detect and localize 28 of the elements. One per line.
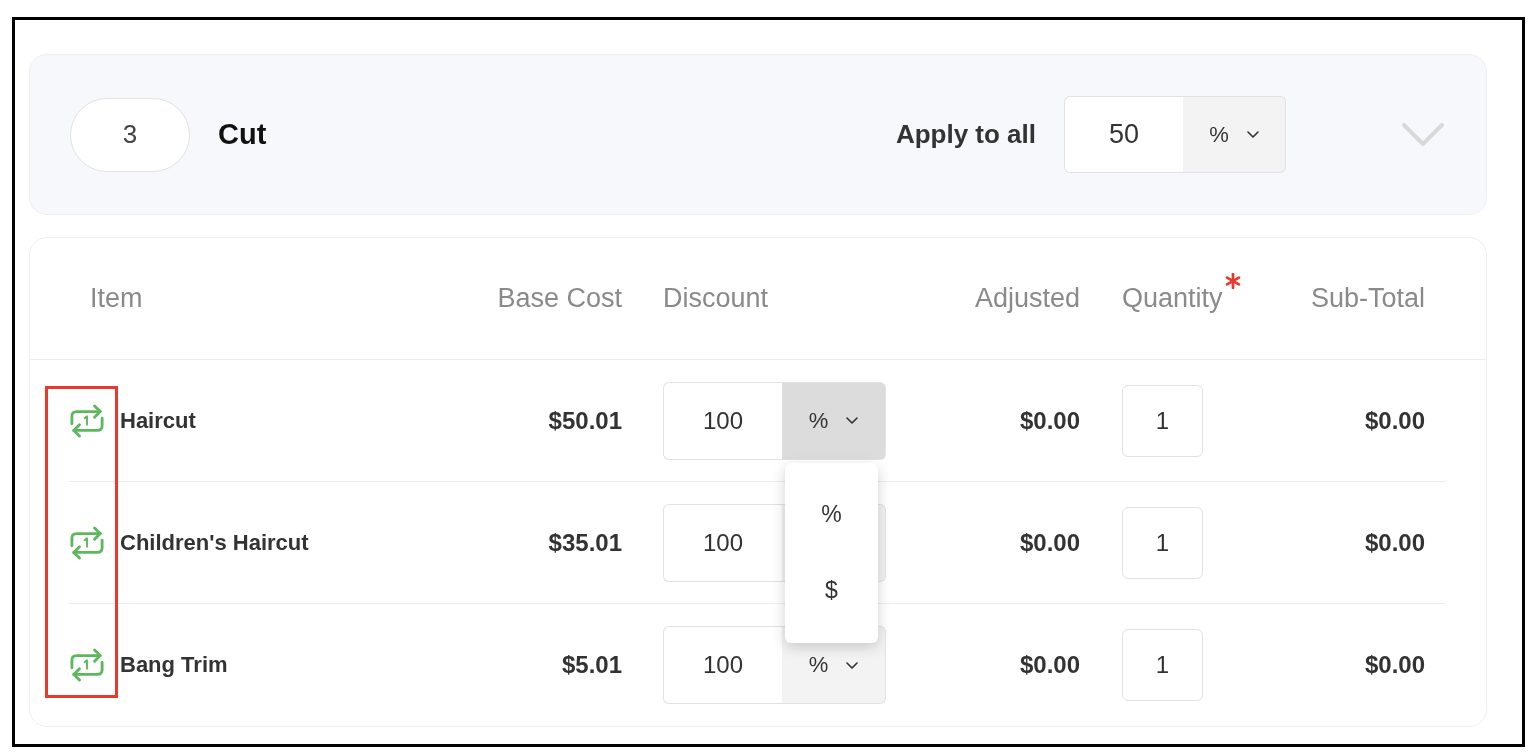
item-name: Bang Trim	[120, 652, 228, 678]
column-header: Base Cost	[497, 283, 622, 314]
column-header: Quantity	[1122, 283, 1223, 314]
repeat-icon	[69, 648, 105, 682]
adjusted-price: $0.00	[1019, 528, 1080, 557]
quantity-input[interactable]: 1	[1122, 384, 1203, 457]
quantity-input[interactable]: 1	[1122, 506, 1203, 579]
item-name: Children's Haircut	[120, 529, 309, 556]
quantity-input[interactable]: 1	[1122, 629, 1203, 701]
apply-to-all-label: Apply to all	[895, 119, 1036, 150]
column-header: Discount	[663, 283, 769, 314]
subtotal: $0.00	[1364, 651, 1425, 679]
repeat-icon	[69, 525, 105, 560]
column-header: Sub-Total	[1310, 283, 1425, 314]
item-name: Haircut	[120, 407, 196, 434]
base-cost: $5.01	[561, 651, 622, 679]
item-count: 3	[70, 97, 190, 172]
base-cost: $50.01	[548, 406, 622, 435]
adjusted-price: $0.00	[1019, 406, 1080, 435]
subtotal: $0.00	[1364, 528, 1425, 557]
column-header: Item	[90, 283, 143, 314]
group-name: Cut	[218, 118, 267, 151]
chevron-down-icon[interactable]	[1402, 122, 1444, 147]
base-cost: $35.01	[548, 528, 622, 557]
repeat-icon	[69, 403, 105, 438]
subtotal: $0.00	[1364, 406, 1425, 435]
adjusted-price: $0.00	[1019, 651, 1080, 679]
column-header: Adjusted	[974, 283, 1080, 314]
